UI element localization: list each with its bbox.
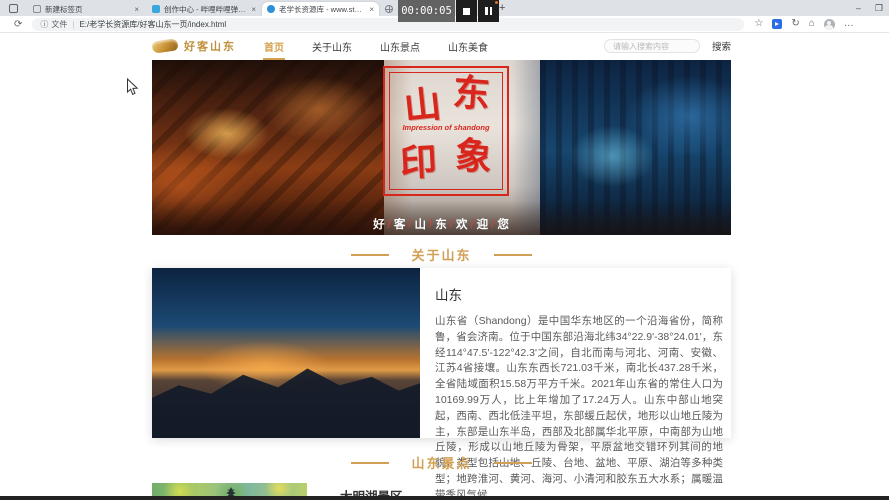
seal-inner-frame: 山 东 Impression of shandong 印 象: [389, 72, 503, 190]
nav-item-food[interactable]: 山东美食: [446, 33, 490, 60]
stop-icon: [463, 8, 470, 15]
search-input[interactable]: [604, 39, 700, 53]
decorative-line: [351, 462, 389, 464]
window-controls: – ❐: [856, 0, 883, 16]
favorite-star-icon[interactable]: ☆: [754, 19, 763, 29]
tab-close-icon[interactable]: ×: [134, 5, 139, 14]
tab-close-icon[interactable]: ×: [369, 5, 374, 14]
tab-title: 新建标签页: [45, 4, 130, 15]
spots-section-title: 山东景点: [152, 453, 731, 472]
history-icon[interactable]: ↻: [791, 19, 799, 29]
recording-timer: 00:00:05: [398, 0, 455, 22]
tab-title: 老学长资源库 - www.stuziyuan…: [279, 4, 365, 15]
refresh-icon[interactable]: ⟳: [14, 19, 22, 30]
tab-title: 创作中心 - 哔哩哔哩弹幕视频网: [164, 4, 247, 15]
recording-stop-button[interactable]: [456, 0, 477, 22]
calligraphy-subtitle: Impression of shandong: [390, 123, 502, 132]
mountain-silhouette: [152, 333, 420, 438]
about-card: 山东 山东省（Shandong）是中国华东地区的一个沿海省份，简称鲁，省会济南。…: [152, 268, 731, 438]
info-icon[interactable]: ⓘ: [40, 19, 48, 30]
calligraphy-char: 东: [452, 74, 491, 113]
calligraphy-char: 山: [402, 85, 443, 126]
nav-item-home[interactable]: 首页: [262, 33, 286, 60]
address-separator: |: [72, 20, 74, 29]
address-scheme-label: 文件: [51, 19, 67, 30]
page-viewport: 好客山东 首页 关于山东 山东景点 山东美食 搜索 山 东: [0, 33, 889, 500]
address-url[interactable]: E:/老学长资源库/好客山东一页/index.html: [79, 19, 226, 30]
nav-item-about[interactable]: 关于山东: [310, 33, 354, 60]
toolbar-icons: ☆ ↻ ⌂ …: [754, 19, 853, 30]
bilibili-favicon-icon: [152, 5, 160, 13]
restore-button[interactable]: ❐: [875, 4, 883, 13]
decorative-line: [494, 254, 532, 256]
site-logo[interactable]: 好客山东: [152, 38, 236, 54]
site-nav-links: 首页 关于山东 山东景点 山东美食: [262, 33, 490, 60]
decorative-line: [494, 462, 532, 464]
nav-item-spots[interactable]: 山东景点: [378, 33, 422, 60]
newtab-favicon-icon: [33, 5, 41, 13]
home-icon[interactable]: ⌂: [809, 19, 815, 29]
profile-avatar[interactable]: [824, 19, 835, 30]
browser-tab-active-resource[interactable]: 老学长资源库 - www.stuziyuan… ×: [262, 2, 379, 16]
site-search: 搜索: [604, 39, 731, 53]
globe-favicon-icon: [385, 5, 393, 13]
browser-tab-newtab[interactable]: 新建标签页 ×: [28, 2, 144, 16]
seal-frame: 山 东 Impression of shandong 印 象: [383, 66, 509, 196]
pause-icon: [485, 7, 492, 15]
recording-indicator-dot: [495, 1, 498, 4]
recording-pause-button[interactable]: [478, 0, 499, 22]
minimize-button[interactable]: –: [856, 4, 861, 13]
mouse-cursor: [126, 78, 139, 102]
site-header: 好客山东 首页 关于山东 山东景点 山东美食 搜索: [152, 33, 731, 59]
search-button[interactable]: 搜索: [712, 39, 731, 53]
hero-banner: 山 东 Impression of shandong 印 象 好/客/山/东/欢…: [152, 60, 731, 235]
about-photo-mount-tai: [152, 268, 420, 438]
hero-welcome-text: 好/客/山/东/欢/迎/您: [152, 216, 731, 232]
site-logo-text: 好客山东: [184, 38, 236, 54]
extension-icon[interactable]: [772, 19, 782, 29]
bottom-dark-strip: [0, 496, 889, 500]
calligraphy-char: 印: [399, 143, 438, 182]
tab-actions-icon[interactable]: [9, 4, 18, 13]
screenshot-root: 新建标签页 × 创作中心 - 哔哩哔哩弹幕视频网 × 老学长资源库 - www.…: [0, 0, 889, 500]
decorative-line: [351, 254, 389, 256]
calligraphy-char: 象: [453, 136, 493, 176]
screen-recording-overlay: 00:00:05: [398, 0, 499, 22]
address-bar[interactable]: ⓘ 文件 | E:/老学长资源库/好客山东一页/index.html: [32, 18, 744, 31]
about-text-block: 山东 山东省（Shandong）是中国华东地区的一个沿海省份，简称鲁，省会济南。…: [420, 268, 731, 438]
browser-tab-bilibili[interactable]: 创作中心 - 哔哩哔哩弹幕视频网 ×: [147, 2, 261, 16]
about-card-title: 山东: [435, 284, 723, 304]
more-menu-icon[interactable]: …: [844, 19, 854, 29]
resource-favicon-icon: [267, 5, 275, 13]
tab-close-icon[interactable]: ×: [251, 5, 256, 14]
about-paragraph: 山东省（Shandong）是中国华东地区的一个沿海省份，简称鲁，省会济南。位于中…: [435, 314, 723, 500]
new-tab-button[interactable]: +: [499, 2, 505, 14]
about-section-title: 关于山东: [152, 245, 731, 264]
site-logo-icon: [151, 38, 178, 54]
